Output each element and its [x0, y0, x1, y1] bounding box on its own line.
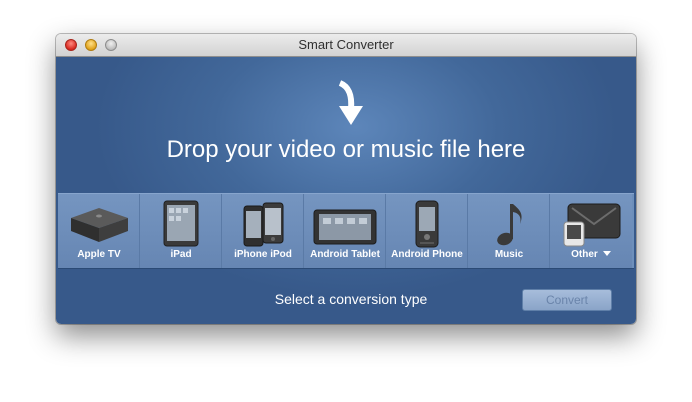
- conversion-label: Android Phone: [391, 249, 463, 260]
- conversion-android-phone[interactable]: Android Phone: [386, 194, 468, 268]
- drop-zone[interactable]: Drop your video or music file here Apple…: [56, 57, 636, 324]
- conversion-other-dropdown[interactable]: Other: [550, 194, 632, 268]
- conversion-label: iPhone iPod: [234, 249, 292, 260]
- ipad-icon: [163, 200, 199, 247]
- other-label: Other: [571, 249, 598, 260]
- conversion-android-tablet[interactable]: Android Tablet: [304, 194, 386, 268]
- conversion-label: Other: [550, 249, 632, 260]
- conversion-apple-tv[interactable]: Apple TV: [58, 194, 140, 268]
- conversion-iphone-ipod[interactable]: iPhone iPod: [222, 194, 304, 268]
- music-note-icon: [497, 204, 522, 246]
- convert-button[interactable]: Convert: [522, 289, 612, 311]
- chevron-down-icon: [602, 251, 611, 256]
- drop-arrow-icon: [338, 80, 363, 125]
- conversion-label: Music: [494, 249, 524, 260]
- apple-tv-icon: [71, 208, 128, 242]
- conversion-music[interactable]: Music: [468, 194, 550, 268]
- conversion-ipad[interactable]: iPad: [140, 194, 222, 268]
- status-message: Select a conversion type: [274, 291, 428, 307]
- android-tablet-icon: [313, 209, 377, 245]
- other-devices-icon: [563, 203, 621, 247]
- drop-zone-label: Drop your video or music file here: [166, 136, 526, 163]
- conversion-type-bar: Apple TV iPad iPhone iPod Android Tablet…: [58, 193, 634, 269]
- window-title: Smart Converter: [298, 37, 394, 52]
- conversion-label: iPad: [170, 249, 192, 260]
- conversion-label: Android Tablet: [310, 249, 380, 260]
- iphone-ipod-icon: [243, 202, 284, 247]
- title-bar[interactable]: Smart Converter: [56, 34, 636, 57]
- conversion-label: Apple TV: [77, 249, 121, 260]
- android-phone-icon: [415, 200, 439, 248]
- app-window: Smart Converter Drop your video or music…: [56, 34, 636, 324]
